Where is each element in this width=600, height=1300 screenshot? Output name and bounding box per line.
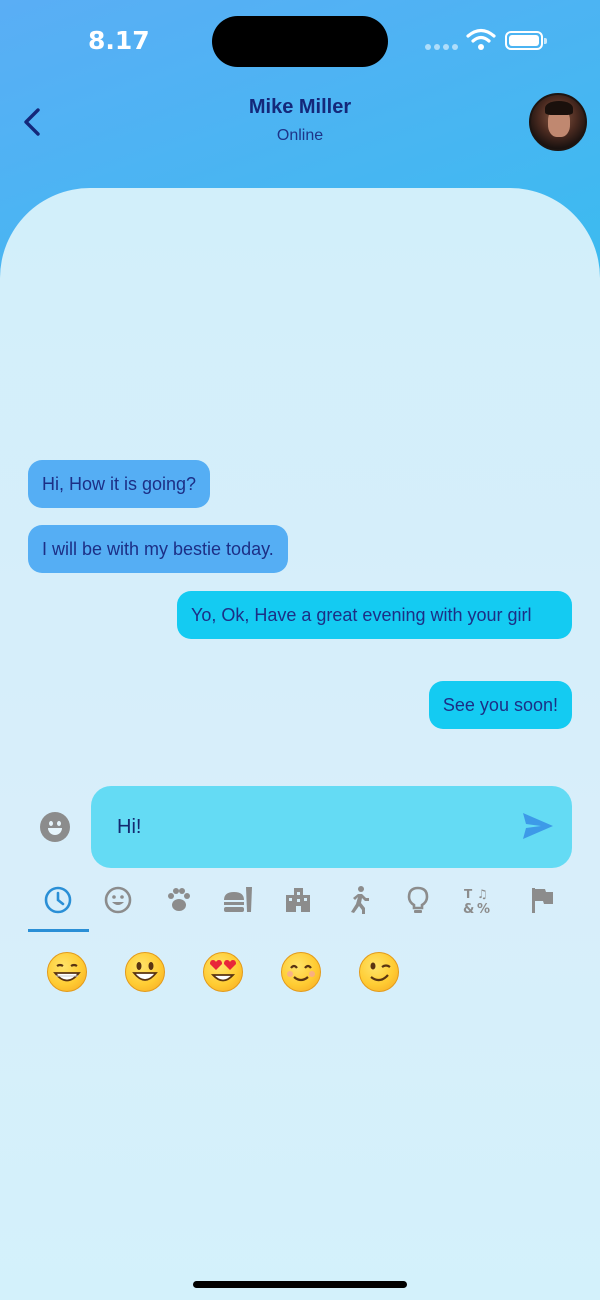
emoji-grinning-big-eyes[interactable] xyxy=(121,948,169,996)
emoji-category-tabs: T ♫ & % xyxy=(28,878,572,934)
symbols-icon: T ♫ & % xyxy=(463,887,490,915)
status-bar: 8.17 xyxy=(0,0,600,80)
contact-status: Online xyxy=(276,127,324,144)
smile-face-icon xyxy=(132,962,158,981)
tab-animals[interactable] xyxy=(148,878,208,922)
svg-text:♫: ♫ xyxy=(477,887,488,901)
wink-face-icon xyxy=(370,962,391,982)
status-time: 8.17 xyxy=(88,26,150,55)
tab-food[interactable] xyxy=(208,878,268,922)
tab-activities[interactable] xyxy=(328,878,388,922)
lightbulb-icon xyxy=(407,886,429,913)
tab-smileys[interactable] xyxy=(88,878,148,922)
smiley-icon xyxy=(104,886,132,914)
grin-face-icon xyxy=(53,963,81,982)
wifi-icon xyxy=(466,28,496,50)
emoji-grid xyxy=(28,948,572,996)
tab-symbols[interactable]: T ♫ & % xyxy=(448,878,508,922)
buildings-icon xyxy=(286,888,310,912)
message-bubble-incoming[interactable]: Hi, How it is going? xyxy=(28,460,211,508)
emoji-winking[interactable] xyxy=(355,948,403,996)
home-indicator[interactable] xyxy=(193,1281,407,1288)
message-input-box xyxy=(91,786,572,868)
flag-icon xyxy=(532,888,553,913)
svg-text:T: T xyxy=(464,887,473,901)
clock-icon xyxy=(44,886,72,914)
avatar[interactable] xyxy=(529,93,587,151)
emoji-smiling-eyes[interactable] xyxy=(277,948,325,996)
food-icon xyxy=(224,887,252,912)
send-icon[interactable] xyxy=(521,811,555,841)
tab-flags[interactable] xyxy=(512,878,572,922)
tab-recent[interactable] xyxy=(28,878,88,922)
emoji-keyboard-toggle-icon[interactable] xyxy=(40,812,70,842)
message-input[interactable] xyxy=(117,810,497,844)
battery-icon xyxy=(505,31,547,50)
paw-icon xyxy=(168,888,190,911)
emoji-heart-eyes[interactable] xyxy=(199,948,247,996)
tab-objects[interactable] xyxy=(388,878,448,922)
chat-panel xyxy=(0,188,600,1300)
cellular-signal-icon xyxy=(425,44,458,50)
message-bubble-outgoing[interactable]: Yo, Ok, Have a great evening with your g… xyxy=(177,591,572,639)
running-person-icon xyxy=(351,886,369,914)
svg-text:%: % xyxy=(477,902,490,915)
heart-eyes-face-icon xyxy=(210,960,236,982)
svg-text:&: & xyxy=(463,902,474,915)
tab-travel[interactable] xyxy=(268,878,328,922)
emoji-grinning-squinting[interactable] xyxy=(43,948,91,996)
message-bubble-outgoing[interactable]: See you soon! xyxy=(428,681,572,729)
smiling-eyes-face-icon xyxy=(287,964,315,982)
contact-name: Mike Miller xyxy=(248,96,352,118)
selected-tab-indicator xyxy=(28,929,89,932)
dynamic-island xyxy=(212,16,388,67)
message-bubble-incoming[interactable]: I will be with my bestie today. xyxy=(28,525,288,573)
